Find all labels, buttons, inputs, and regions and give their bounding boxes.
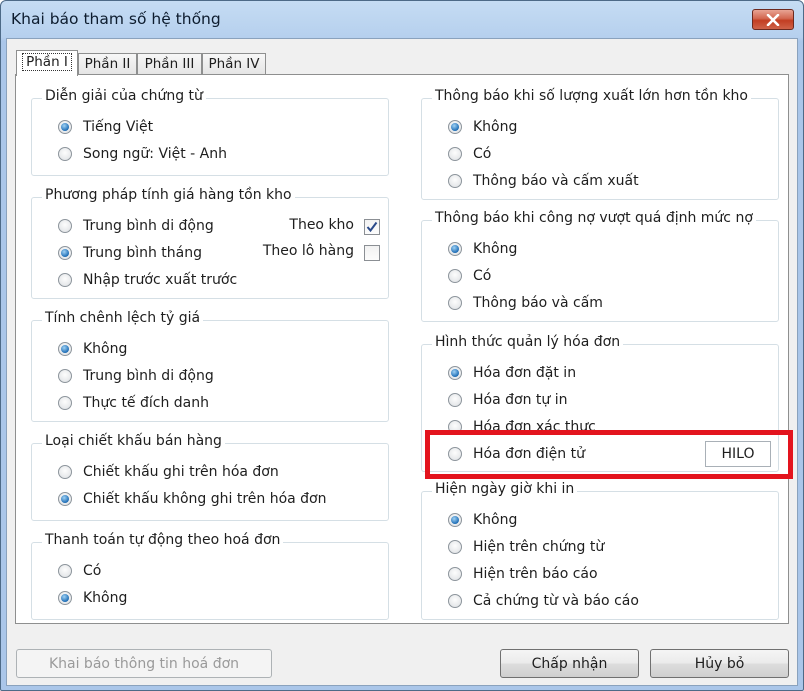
radio-indicator [58, 147, 72, 161]
group-chiet-khau: Loại chiết khấu bán hàng Chiết khấu ghi … [31, 433, 389, 521]
radio-indicator [448, 540, 462, 554]
radio-xuat-co[interactable]: Có [448, 144, 491, 164]
radio-indicator [448, 594, 462, 608]
window-title: Khai báo tham số hệ thống [11, 10, 221, 28]
radio-indicator [448, 147, 462, 161]
radio-indicator [448, 269, 462, 283]
radio-chiet-khau-khong-ghi[interactable]: Chiết khấu không ghi trên hóa đơn [58, 489, 327, 509]
radio-chiet-khau-ghi[interactable]: Chiết khấu ghi trên hóa đơn [58, 462, 279, 482]
group-hien-ngay-gio: Hiện ngày giờ khi in Không Hiện trên chứ… [421, 481, 779, 620]
radio-chenh-lech-trung-binh[interactable]: Trung bình di động [58, 366, 214, 386]
highlight-annotation-box [425, 430, 793, 479]
tab-phan-2[interactable]: Phần II [78, 53, 137, 75]
radio-hoa-don-tu-in[interactable]: Hóa đơn tự in [448, 390, 567, 410]
radio-trung-binh-thang[interactable]: Trung bình tháng [58, 243, 202, 263]
radio-tieng-viet[interactable]: Tiếng Việt [58, 117, 153, 137]
checkmark-icon [366, 221, 378, 233]
khai-bao-hoa-don-button[interactable]: Khai báo thông tin hoá đơn [16, 649, 272, 678]
radio-cong-no-cam[interactable]: Thông báo và cấm [448, 293, 603, 313]
title-bar[interactable]: Khai báo tham số hệ thống [1, 1, 803, 39]
dialog-client-area: Phần I Phần II Phần III Phần IV Diễn giả… [6, 38, 798, 686]
radio-thanh-toan-co[interactable]: Có [58, 561, 101, 581]
radio-hien-tren-bao-cao[interactable]: Hiện trên báo cáo [448, 564, 598, 584]
group-legend: Phương pháp tính giá hàng tồn kho [42, 187, 295, 203]
group-chenh-lech-ty-gia: Tính chênh lệch tỷ giá Không Trung bình … [31, 310, 389, 422]
group-so-luong-xuat: Thông báo khi số lượng xuất lớn hơn tồn … [421, 88, 779, 200]
group-legend: Thông báo khi công nợ vượt quá định mức … [432, 210, 756, 226]
radio-song-ngu[interactable]: Song ngữ: Việt - Anh [58, 144, 227, 164]
close-button[interactable] [752, 9, 794, 30]
radio-indicator [58, 396, 72, 410]
radio-indicator [448, 393, 462, 407]
group-legend: Loại chiết khấu bán hàng [42, 433, 225, 449]
accept-button[interactable]: Chấp nhận [500, 649, 639, 678]
group-legend: Thông báo khi số lượng xuất lớn hơn tồn … [432, 88, 751, 104]
group-thanh-toan: Thanh toán tự động theo hoá đơn Có Không [31, 532, 389, 620]
radio-hien-tren-chung-tu[interactable]: Hiện trên chứng từ [448, 537, 604, 557]
radio-selected-indicator [58, 120, 72, 134]
cancel-button[interactable]: Hủy bỏ [650, 649, 789, 678]
group-cong-no: Thông báo khi công nợ vượt quá định mức … [421, 210, 779, 322]
radio-indicator [448, 296, 462, 310]
radio-nhap-truoc-xuat-truoc[interactable]: Nhập trước xuất trước [58, 270, 237, 290]
theo-kho-checkbox[interactable] [364, 219, 380, 235]
radio-cong-no-co[interactable]: Có [448, 266, 491, 286]
radio-selected-indicator [448, 366, 462, 380]
radio-selected-indicator [448, 120, 462, 134]
radio-selected-indicator [58, 492, 72, 506]
radio-trung-binh-di-dong[interactable]: Trung bình di động [58, 216, 214, 236]
radio-indicator [58, 219, 72, 233]
radio-chenh-lech-thuc-te[interactable]: Thực tế đích danh [58, 393, 209, 413]
group-legend: Thanh toán tự động theo hoá đơn [42, 532, 284, 548]
theo-lo-hang-label: Theo lô hàng [262, 243, 354, 259]
radio-selected-indicator [58, 342, 72, 356]
radio-selected-indicator [58, 246, 72, 260]
group-legend: Hình thức quản lý hóa đơn [432, 334, 624, 350]
settings-dialog-window: Khai báo tham số hệ thống Phần I Phần II… [0, 0, 804, 691]
radio-indicator [448, 567, 462, 581]
radio-xuat-khong[interactable]: Không [448, 117, 517, 137]
radio-ca-chung-tu-va-bao-cao[interactable]: Cả chứng từ và báo cáo [448, 591, 639, 611]
radio-cong-no-khong[interactable]: Không [448, 239, 517, 259]
group-legend: Hiện ngày giờ khi in [432, 481, 578, 497]
radio-selected-indicator [448, 242, 462, 256]
close-icon [766, 13, 780, 26]
theo-kho-label: Theo kho [289, 217, 354, 233]
radio-indicator [58, 273, 72, 287]
group-dien-giai: Diễn giải của chứng từ Tiếng Việt Song n… [31, 88, 389, 176]
radio-ngay-gio-khong[interactable]: Không [448, 510, 517, 530]
group-legend: Diễn giải của chứng từ [42, 88, 206, 104]
radio-chenh-lech-khong[interactable]: Không [58, 339, 127, 359]
tab-phan-4[interactable]: Phần IV [202, 53, 266, 75]
radio-selected-indicator [58, 591, 72, 605]
radio-hoa-don-dat-in[interactable]: Hóa đơn đặt in [448, 363, 576, 383]
tab-panel-phan-1: Diễn giải của chứng từ Tiếng Việt Song n… [15, 74, 793, 624]
radio-thanh-toan-khong[interactable]: Không [58, 588, 127, 608]
radio-indicator [58, 465, 72, 479]
radio-selected-indicator [448, 513, 462, 527]
tab-phan-1[interactable]: Phần I [16, 50, 78, 76]
radio-indicator [58, 369, 72, 383]
group-legend: Tính chênh lệch tỷ giá [42, 310, 204, 326]
theo-lo-hang-checkbox[interactable] [364, 245, 380, 261]
radio-indicator [58, 564, 72, 578]
group-phuong-phap: Phương pháp tính giá hàng tồn kho Trung … [31, 187, 389, 299]
radio-indicator [448, 174, 462, 188]
tab-phan-3[interactable]: Phần III [137, 53, 202, 75]
radio-xuat-cam-xuat[interactable]: Thông báo và cấm xuất [448, 171, 639, 191]
